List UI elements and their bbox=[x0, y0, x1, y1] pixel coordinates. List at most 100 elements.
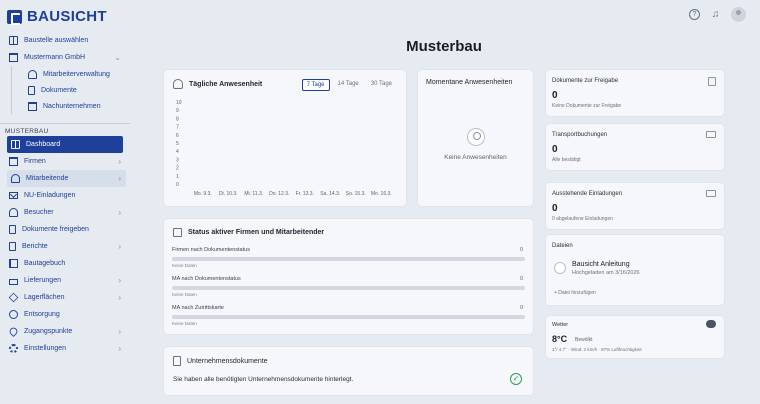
release-title: Dokumente zur Freigabe bbox=[552, 78, 619, 84]
sidebar-item-dokumente[interactable]: Dokumente bbox=[12, 82, 130, 98]
status-row-label: MA nach Zutrittskarte bbox=[172, 305, 224, 311]
logo-mark-icon bbox=[7, 9, 22, 25]
range-14-days[interactable]: 14 Tage bbox=[334, 79, 363, 91]
layers-icon bbox=[8, 292, 19, 303]
gear-icon bbox=[9, 344, 18, 353]
chevron-right-icon: › bbox=[118, 327, 121, 336]
sub-label: Dokumente bbox=[41, 86, 77, 94]
status-row-sub: Keine Daten bbox=[172, 263, 197, 268]
bell-icon[interactable]: ♫ bbox=[710, 9, 721, 20]
sidebar-item-bautagebuch[interactable]: Bautagebuch bbox=[0, 255, 130, 272]
document-icon bbox=[708, 77, 716, 86]
x-tick-label: Mi. 11.3. bbox=[244, 191, 263, 197]
sidebar-item-berichte[interactable]: Berichte › bbox=[0, 238, 130, 255]
weather-condition: Bewölkt bbox=[575, 337, 593, 343]
report-icon bbox=[9, 242, 16, 251]
truck-icon bbox=[9, 278, 18, 285]
grid-icon bbox=[9, 36, 18, 45]
files-title: Dateien bbox=[552, 243, 573, 249]
sidebar-item-label: Berichte bbox=[22, 243, 48, 250]
document-icon bbox=[9, 225, 16, 234]
current-empty-text: Keine Anwesenheiten bbox=[444, 154, 507, 161]
company-docs-message: Sie haben alle benötigten Unternehmensdo… bbox=[173, 376, 354, 383]
users-icon bbox=[28, 69, 37, 79]
range-30-days[interactable]: 30 Tage bbox=[367, 79, 396, 91]
x-tick-label: Sa. 14.3. bbox=[320, 191, 340, 197]
x-tick-label: Mo. 9.3. bbox=[194, 191, 212, 197]
user-avatar-icon[interactable] bbox=[731, 7, 746, 22]
recycle-icon bbox=[9, 310, 18, 319]
invites-value: 0 bbox=[552, 203, 558, 214]
status-row-label: Firmen nach Dokumentenstatus bbox=[172, 247, 250, 253]
chevron-right-icon: › bbox=[118, 344, 121, 353]
cloud-icon bbox=[706, 320, 716, 328]
chevron-down-icon: ⌄ bbox=[114, 53, 121, 62]
release-card[interactable]: Dokumente zur Freigabe 0 Keine Dokumente… bbox=[546, 70, 724, 116]
sidebar-item-nachunternehmen[interactable]: Nachunternehmen bbox=[12, 98, 130, 114]
sidebar-item-mitarbeiterverwaltung[interactable]: Mitarbeiterverwaltung bbox=[12, 66, 130, 82]
document-icon bbox=[28, 85, 35, 95]
file-date: Hochgeladen am 3/16/2026 bbox=[572, 270, 640, 276]
mail-icon bbox=[9, 192, 18, 199]
file-name-link[interactable]: Bausicht Anleitung bbox=[572, 261, 630, 268]
y-tick-label: 5 bbox=[176, 141, 179, 147]
company-docs-title: Unternehmensdokumente bbox=[187, 357, 268, 365]
sidebar-item-label: Bautagebuch bbox=[24, 260, 66, 267]
sidebar-item-label: Dashboard bbox=[26, 141, 61, 148]
sub-label: Mitarbeiterverwaltung bbox=[43, 70, 110, 78]
x-tick-label: Mo. 16.3. bbox=[371, 191, 392, 197]
invites-sub: 0 abgelaufene Einladungen bbox=[552, 216, 613, 222]
attendance-card: Tägliche Anwesenheit 7 Tage 14 Tage 30 T… bbox=[164, 70, 406, 206]
sub-label: Nachunternehmen bbox=[43, 102, 101, 110]
weather-card: Wetter 8°C Bewölkt 1°/ 4.7° · Wind: 2 km… bbox=[546, 316, 724, 358]
header-actions: ? ♫ bbox=[689, 7, 746, 22]
app-logo[interactable]: BAUSICHT bbox=[7, 8, 107, 25]
transport-card[interactable]: Transportbuchungen 0 Alle bestätigt bbox=[546, 124, 724, 170]
add-file-button[interactable]: + Datei hinzufügen bbox=[554, 290, 596, 296]
sidebar-item-label: Lieferungen bbox=[24, 277, 61, 284]
invites-card[interactable]: Ausstehende Einladungen 0 0 abgelaufene … bbox=[546, 183, 724, 229]
files-card: Dateien Bausicht Anleitung Hochgeladen a… bbox=[546, 235, 724, 305]
pin-icon bbox=[8, 326, 19, 337]
attendance-chart: 0 1 2 3 4 5 6 7 8 9 10 Mo. 9.3. Di. 10.3. Mi. 11.3. Do… bbox=[176, 100, 392, 197]
weather-title: Wetter bbox=[552, 322, 569, 328]
sidebar-item-dokumente-freigeben[interactable]: Dokumente freigeben bbox=[0, 221, 130, 238]
status-row-sub: Keine Daten bbox=[172, 292, 197, 297]
range-selector: 7 Tage 14 Tage 30 Tage bbox=[301, 79, 396, 91]
sidebar-item-einstellungen[interactable]: Einstellungen › bbox=[0, 340, 130, 357]
building-icon bbox=[9, 53, 18, 62]
y-tick-label: 4 bbox=[176, 149, 179, 155]
x-tick-label: Di. 10.3. bbox=[219, 191, 238, 197]
sidebar-item-label: Lagerflächen bbox=[24, 294, 65, 301]
status-card: Status aktiver Firmen und Mitarbeitender… bbox=[164, 219, 533, 334]
sidebar-item-label: NU-Einladungen bbox=[24, 192, 76, 199]
y-tick-label: 9 bbox=[176, 108, 179, 114]
truck-icon bbox=[706, 131, 716, 138]
sidebar-item-zugangspunkte[interactable]: Zugangspunkte › bbox=[0, 323, 130, 340]
sidebar-item-mitarbeitende[interactable]: Mitarbeitende › bbox=[7, 170, 126, 187]
sidebar-item-dashboard[interactable]: Dashboard bbox=[7, 136, 123, 153]
sidebar-item-label: Einstellungen bbox=[24, 345, 67, 352]
status-row-bar bbox=[172, 286, 525, 290]
sidebar-item-lagerflaechen[interactable]: Lagerflächen › bbox=[0, 289, 130, 306]
sidebar-item-lieferungen[interactable]: Lieferungen › bbox=[0, 272, 130, 289]
building-icon bbox=[9, 157, 18, 166]
sidebar-item-nu-einladungen[interactable]: NU-Einladungen bbox=[0, 187, 130, 204]
sidebar-item-label: Entsorgung bbox=[24, 311, 60, 318]
status-row-count: 0 bbox=[519, 305, 523, 311]
sidebar-item-firmen[interactable]: Firmen › bbox=[0, 153, 130, 170]
page-title: Musterbau bbox=[406, 38, 482, 55]
sidebar-item-label: Zugangspunkte bbox=[24, 328, 73, 335]
range-7-days[interactable]: 7 Tage bbox=[301, 79, 330, 91]
chevron-right-icon: › bbox=[118, 157, 121, 166]
question-icon[interactable]: ? bbox=[689, 9, 700, 20]
sidebar-item-besucher[interactable]: Besucher › bbox=[0, 204, 130, 221]
users-icon bbox=[173, 79, 183, 89]
sidebar: Baustelle auswählen Mustermann GmbH ⌄ Mi… bbox=[0, 32, 130, 357]
chevron-right-icon: › bbox=[118, 293, 121, 302]
select-site-link[interactable]: Baustelle auswählen bbox=[0, 32, 130, 49]
sidebar-item-entsorgung[interactable]: Entsorgung bbox=[0, 306, 130, 323]
company-selector[interactable]: Mustermann GmbH ⌄ bbox=[0, 49, 130, 66]
users-icon bbox=[11, 174, 20, 183]
status-row: MA nach Zutrittskarte 0 Keine Daten bbox=[172, 305, 525, 326]
